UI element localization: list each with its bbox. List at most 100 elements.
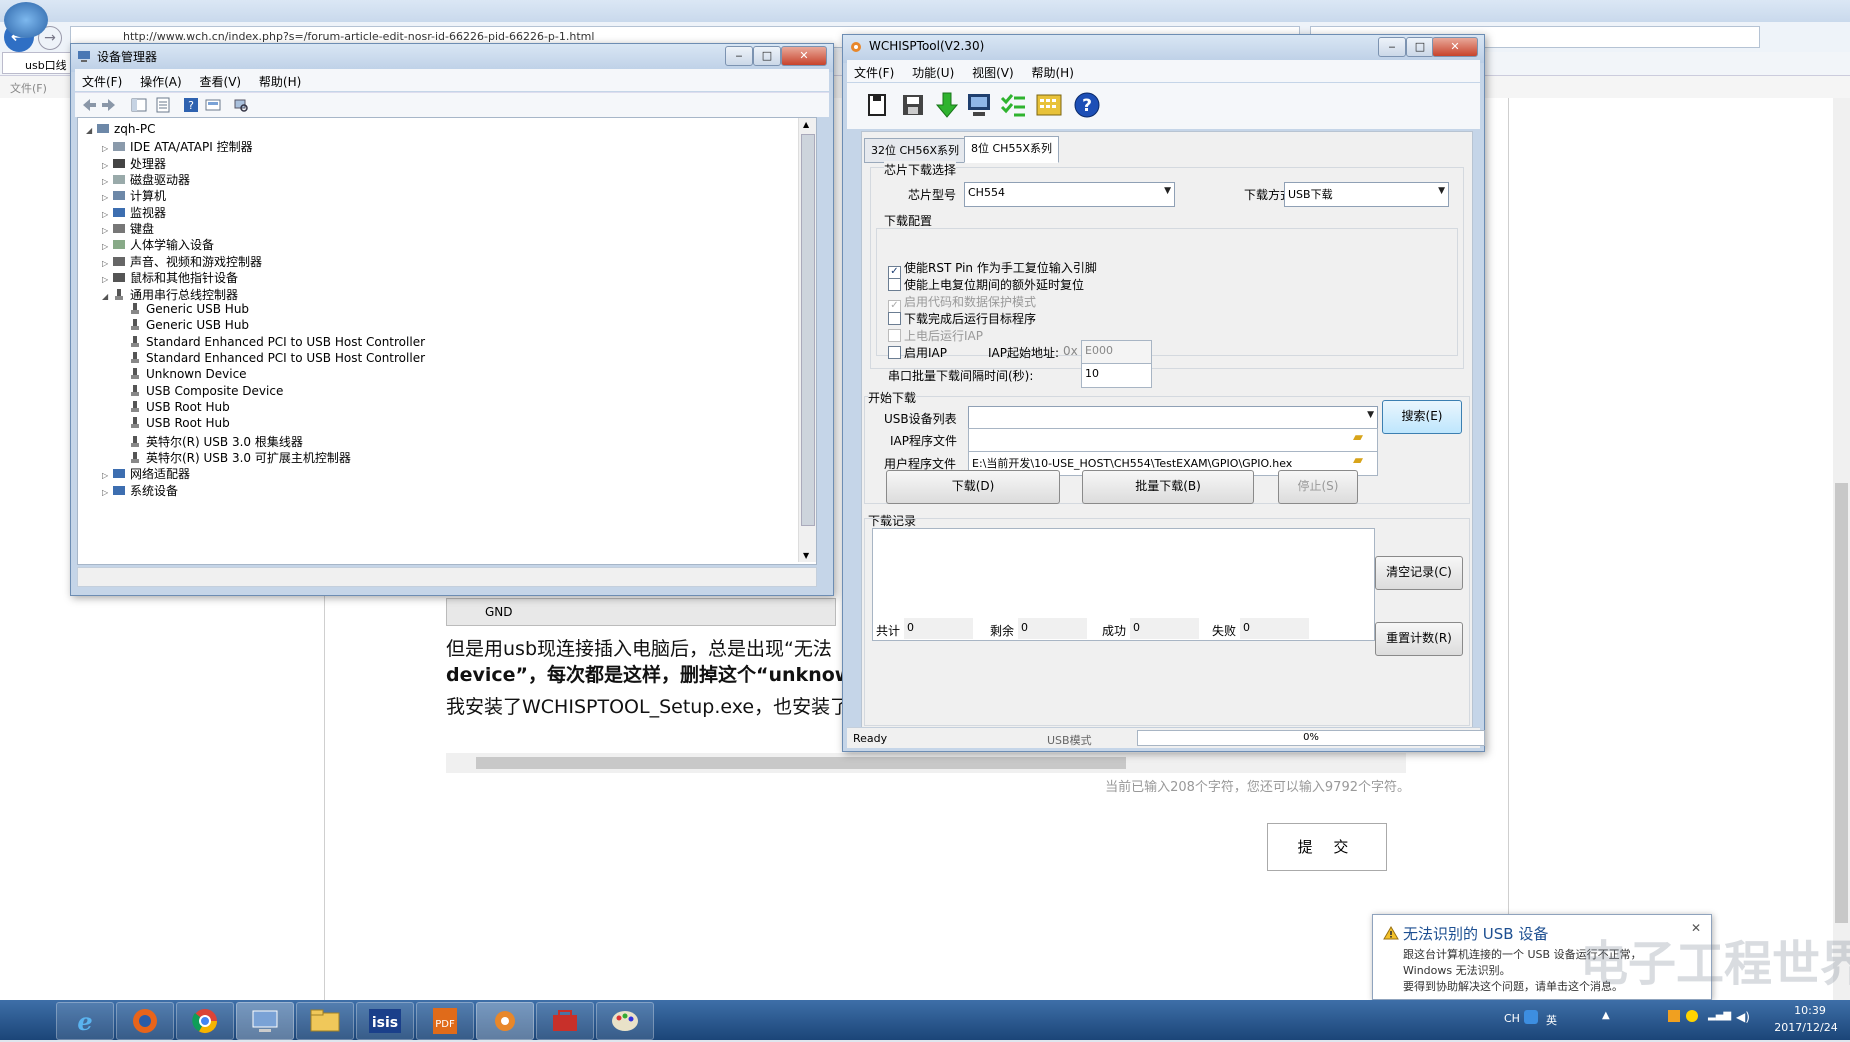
- option-checkbox[interactable]: 下载完成后运行目标程序: [888, 310, 1036, 327]
- save-config-icon[interactable]: [899, 91, 927, 119]
- expander-icon[interactable]: ▷: [102, 193, 112, 202]
- pdf-taskbar-icon[interactable]: PDF: [416, 1002, 474, 1040]
- tree-node[interactable]: ▷ 磁盘驱动器: [102, 171, 190, 189]
- checkbox-icon[interactable]: [888, 278, 901, 291]
- tree-vertical-scrollbar[interactable]: ▲ ▼: [798, 118, 816, 562]
- help-icon[interactable]: ?: [183, 97, 199, 113]
- volume-icon[interactable]: ◀): [1736, 1010, 1750, 1024]
- expander-icon[interactable]: ▷: [102, 161, 112, 170]
- browser-tab[interactable]: usb口线: [2, 52, 72, 74]
- checkbox-icon[interactable]: [888, 346, 901, 359]
- option-checkbox[interactable]: 上电后运行IAP: [888, 327, 983, 344]
- scan-hardware-icon[interactable]: [233, 97, 249, 113]
- tree-node[interactable]: ▷ 声音、视频和游戏控制器: [102, 253, 262, 271]
- menu-view[interactable]: 视图(V): [965, 60, 1021, 81]
- option-checkbox[interactable]: 启用IAP: [888, 344, 947, 361]
- expander-icon[interactable]: ▷: [102, 488, 112, 497]
- folder-icon[interactable]: ▰: [1353, 431, 1369, 445]
- menu-help[interactable]: 帮助(H): [1025, 60, 1081, 81]
- firefox-taskbar-icon[interactable]: [116, 1002, 174, 1040]
- tree-node[interactable]: ◢ zqh-PC: [86, 122, 155, 140]
- menu-view[interactable]: 查看(V): [193, 69, 249, 90]
- reset-count-button[interactable]: 重置计数(R): [1375, 622, 1463, 656]
- network-icon[interactable]: ▂▄▆: [1708, 1010, 1731, 1021]
- tree-node[interactable]: 英特尔(R) USB 3.0 可扩展主机控制器: [118, 449, 351, 467]
- isis-taskbar-icon[interactable]: isis: [356, 1002, 414, 1040]
- help-icon[interactable]: ?: [1073, 91, 1101, 119]
- editor-horizontal-scrollbar[interactable]: [446, 753, 1406, 773]
- menu-file[interactable]: 文件(F): [847, 60, 901, 81]
- expander-icon[interactable]: ▷: [102, 275, 112, 284]
- paint-taskbar-icon[interactable]: [596, 1002, 654, 1040]
- menu-action[interactable]: 操作(A): [133, 69, 189, 90]
- expander-icon[interactable]: ▷: [102, 471, 112, 480]
- show-hide-tree-icon[interactable]: [131, 97, 147, 113]
- option-checkbox[interactable]: 使能上电复位期间的额外延时复位: [888, 276, 1084, 293]
- tree-node[interactable]: ◢ 通用串行总线控制器: [102, 286, 238, 304]
- menu-file[interactable]: 文件(F): [75, 69, 129, 90]
- tree-node[interactable]: 英特尔(R) USB 3.0 根集线器: [118, 433, 303, 451]
- menu-function[interactable]: 功能(U): [905, 60, 961, 81]
- menu-help[interactable]: 帮助(H): [252, 69, 308, 90]
- submit-button[interactable]: 提 交: [1267, 823, 1387, 871]
- tree-node[interactable]: Unknown Device: [118, 367, 247, 385]
- page-vertical-scrollbar[interactable]: [1833, 98, 1850, 1000]
- scroll-up-icon[interactable]: ▲: [803, 120, 809, 129]
- tree-node[interactable]: ▷ 系统设备: [102, 482, 178, 500]
- tree-node[interactable]: ▷ 计算机: [102, 187, 166, 205]
- tree-node[interactable]: Standard Enhanced PCI to USB Host Contro…: [118, 335, 425, 353]
- search-button[interactable]: 搜索(E): [1382, 400, 1462, 434]
- clock-date[interactable]: 2017/12/24: [1766, 1021, 1846, 1034]
- expander-icon[interactable]: ◢: [102, 292, 112, 301]
- tab-8bit[interactable]: 8位 CH55X系列: [964, 136, 1059, 163]
- clear-log-button[interactable]: 清空记录(C): [1375, 556, 1463, 590]
- expander-icon[interactable]: ▷: [102, 226, 112, 235]
- tree-node[interactable]: ▷ 键盘: [102, 220, 154, 238]
- ime-mode[interactable]: 英: [1546, 1012, 1557, 1028]
- tree-node[interactable]: Standard Enhanced PCI to USB Host Contro…: [118, 351, 425, 369]
- open-file-icon[interactable]: [863, 91, 891, 119]
- scrollbar-thumb[interactable]: [1835, 483, 1848, 923]
- expander-icon[interactable]: ▷: [102, 242, 112, 251]
- device-info-icon[interactable]: [965, 91, 993, 119]
- stop-button[interactable]: 停止(S): [1278, 470, 1358, 504]
- properties-icon[interactable]: [155, 97, 171, 113]
- tree-node[interactable]: USB Root Hub: [118, 400, 230, 418]
- scrollbar-thumb[interactable]: [476, 757, 1126, 769]
- tree-node[interactable]: ▷ 网络适配器: [102, 465, 190, 483]
- checkbox-icon[interactable]: [888, 329, 901, 342]
- minimize-button[interactable]: ‒: [725, 46, 753, 66]
- expander-icon[interactable]: ▷: [102, 210, 112, 219]
- expander-icon[interactable]: ▷: [102, 177, 112, 186]
- chip-model-select[interactable]: CH554 ▼: [964, 182, 1175, 207]
- minimize-button[interactable]: ‒: [1378, 37, 1406, 57]
- expander-icon[interactable]: ▷: [102, 259, 112, 268]
- language-indicator[interactable]: CH: [1504, 1012, 1520, 1025]
- batch-download-button[interactable]: 批量下载(B): [1082, 470, 1254, 504]
- start-button[interactable]: [4, 2, 48, 38]
- download-arrow-icon[interactable]: [933, 91, 961, 119]
- download-mode-select[interactable]: USB下载 ▼: [1284, 182, 1449, 207]
- close-button[interactable]: ✕: [781, 46, 827, 66]
- toolbox-taskbar-icon[interactable]: [536, 1002, 594, 1040]
- download-button[interactable]: 下载(D): [886, 470, 1060, 504]
- forward-icon[interactable]: [101, 97, 117, 113]
- calculator-icon[interactable]: [1035, 91, 1063, 119]
- ie-taskbar-icon[interactable]: e: [56, 1002, 114, 1040]
- tree-node[interactable]: USB Composite Device: [118, 384, 283, 402]
- iap-file-input[interactable]: [968, 428, 1378, 453]
- batch-check-icon[interactable]: [999, 91, 1027, 119]
- close-button[interactable]: ✕: [1432, 37, 1478, 57]
- wchisptool-taskbar-icon[interactable]: [476, 1002, 534, 1040]
- tray-app-icon[interactable]: [1686, 1010, 1698, 1022]
- tree-node[interactable]: ▷ 鼠标和其他指针设备: [102, 269, 238, 287]
- ime-icon[interactable]: [1524, 1010, 1538, 1024]
- tree-node[interactable]: ▷ 人体学输入设备: [102, 236, 214, 254]
- tree-node[interactable]: Generic USB Hub: [118, 318, 249, 336]
- clock-time[interactable]: 10:39: [1780, 1004, 1840, 1017]
- interval-input[interactable]: 10: [1081, 363, 1152, 388]
- folder-taskbar-icon[interactable]: [296, 1002, 354, 1040]
- scroll-down-icon[interactable]: ▼: [803, 551, 809, 560]
- notification-tray-icon[interactable]: [1668, 1010, 1680, 1022]
- expander-icon[interactable]: ◢: [86, 126, 96, 135]
